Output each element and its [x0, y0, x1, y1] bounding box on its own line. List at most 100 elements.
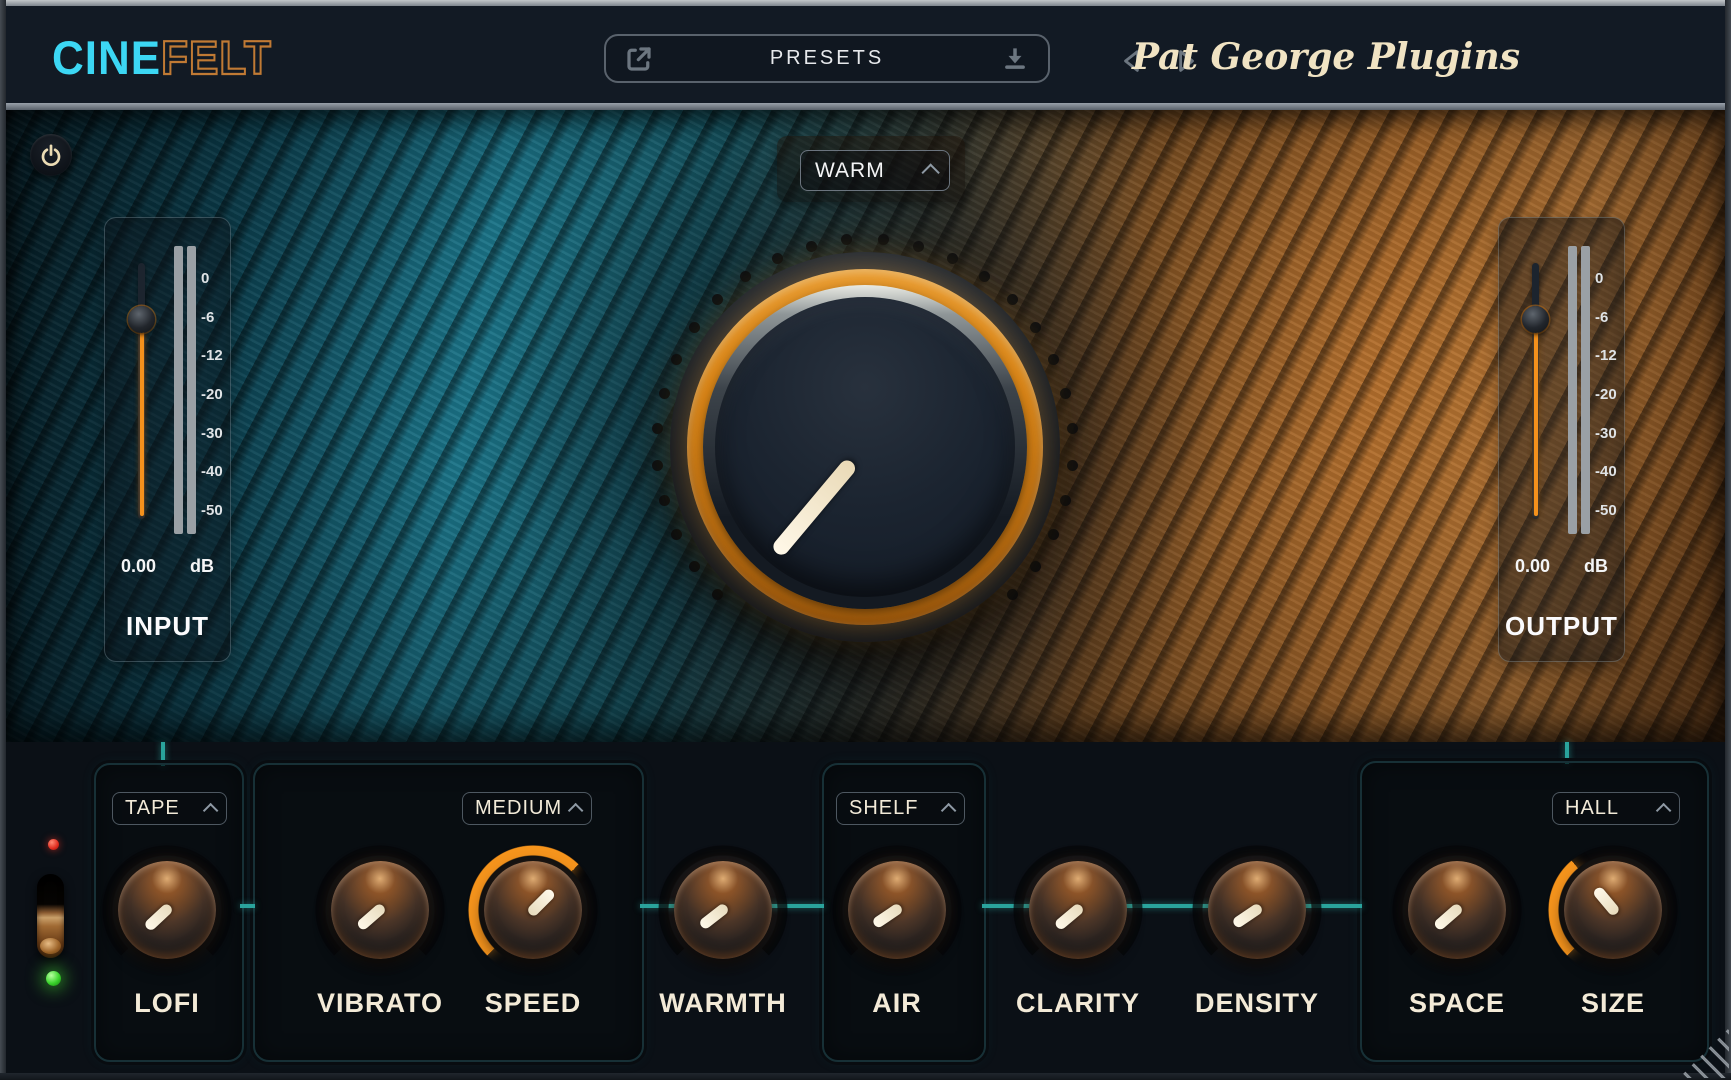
bypass-toggle-switch[interactable] — [37, 874, 64, 958]
knob-pointer — [871, 902, 905, 930]
save-preset-icon[interactable] — [1000, 44, 1030, 74]
power-button[interactable] — [30, 134, 72, 176]
input-label: INPUT — [126, 611, 209, 641]
red-led — [48, 839, 59, 850]
knob-scale-dot — [771, 252, 783, 264]
chevron-up-icon — [567, 802, 584, 819]
knob-pointer — [1231, 902, 1265, 930]
presets-label[interactable]: PRESETS — [770, 47, 884, 70]
speed-rate-value: MEDIUM — [475, 797, 563, 819]
input-gain-slider[interactable] — [128, 306, 155, 333]
input-meter-panel: 0 -6 -12 -20 -30 -40 -50 0.00 dB INPUT — [104, 217, 231, 662]
scale-tick: -40 — [1595, 463, 1617, 481]
mode-select-value: WARM — [815, 158, 885, 182]
clarity-knob[interactable] — [1013, 845, 1143, 975]
knob-bevel — [703, 285, 1027, 609]
mode-select[interactable]: WARM — [800, 150, 950, 191]
vibrato-knob[interactable] — [315, 845, 445, 975]
window-frame-left — [0, 0, 6, 1080]
input-db-scale: 0 -6 -12 -20 -30 -40 -50 — [201, 271, 227, 518]
scale-tick: 0 — [1595, 270, 1604, 287]
reverb-type-dropdown[interactable]: HALL — [1552, 792, 1680, 825]
knob-scale-dot — [689, 560, 701, 572]
knob-scale-dot — [913, 240, 925, 252]
knob-scale-dot — [1029, 560, 1041, 572]
warmth-knob[interactable] — [658, 845, 788, 975]
scale-tick: -50 — [201, 501, 223, 519]
size-label: SIZE — [1580, 988, 1645, 1018]
output-meter-panel: 0 -6 -12 -20 -30 -40 -50 0.00 dB OUTPUT — [1498, 217, 1625, 662]
knob-scale-dot — [1060, 387, 1072, 399]
controls-section: TAPE MEDIUM SHELF HALL LOFI VIBRATO SPEE… — [6, 742, 1725, 1074]
input-gain-unit: dB — [190, 556, 214, 576]
output-db-scale: 0 -6 -12 -20 -30 -40 -50 — [1595, 271, 1621, 518]
logo-cine: CINE — [52, 32, 162, 85]
knob-pointer — [770, 457, 859, 558]
knob-pointer — [1053, 902, 1086, 932]
scale-tick: -30 — [1595, 424, 1617, 442]
knob-scale-dot — [805, 240, 817, 252]
scale-tick: -20 — [201, 385, 223, 403]
knob-scale-dot — [658, 387, 670, 399]
knob-pointer — [143, 902, 175, 933]
knob-scale-dot — [658, 495, 670, 507]
connector-lofi-vibrato — [240, 904, 255, 908]
power-icon — [41, 144, 61, 167]
lofi-knob[interactable] — [102, 845, 232, 975]
knob-scale-dot — [947, 252, 959, 264]
scale-tick: -20 — [1595, 385, 1617, 403]
presets-menu[interactable]: PRESETS — [604, 34, 1050, 83]
air-knob[interactable] — [832, 845, 962, 975]
chevron-up-icon — [940, 802, 957, 819]
input-gain-fill — [139, 319, 144, 516]
knob-scale-dot — [877, 234, 889, 246]
chevron-up-icon — [921, 163, 940, 182]
knob-scale-dot — [1060, 495, 1072, 507]
knob-scale-dot — [712, 294, 724, 306]
knob-orange-ring — [687, 269, 1043, 625]
knob-scale-dot — [1029, 322, 1041, 334]
scale-tick: -30 — [201, 424, 223, 442]
input-level-bar-left — [174, 246, 183, 534]
input-gain-value: 0.00 — [121, 556, 157, 576]
green-led — [46, 971, 61, 986]
window-frame-top — [0, 0, 1731, 6]
knob-scale-dot — [652, 423, 664, 435]
size-knob[interactable] — [1548, 845, 1678, 975]
speed-knob[interactable] — [468, 845, 598, 975]
output-gain-unit: dB — [1584, 556, 1608, 576]
output-label: OUTPUT — [1505, 611, 1618, 641]
knob-pointer — [698, 902, 731, 931]
chevron-up-icon — [1655, 802, 1672, 819]
speed-label: SPEED — [484, 988, 582, 1018]
air-filter-dropdown[interactable]: SHELF — [836, 792, 965, 825]
density-label: DENSITY — [1194, 988, 1320, 1018]
knob-scale-dot — [1048, 529, 1059, 541]
main-display: WARM 0 -6 -12 -20 -30 -40 -50 0.00 dB INPUT 0 -… — [6, 110, 1725, 742]
air-filter-value: SHELF — [849, 797, 919, 819]
knob-scale-dot — [1048, 353, 1059, 365]
space-knob[interactable] — [1392, 845, 1522, 975]
knob-scale-dot — [740, 271, 752, 283]
app-logo: CINEFELT — [52, 31, 272, 86]
main-felt-knob[interactable] — [645, 227, 1085, 667]
speed-rate-dropdown[interactable]: MEDIUM — [462, 792, 592, 825]
density-knob[interactable] — [1192, 845, 1322, 975]
brand-signature: Pat George Plugins — [1131, 36, 1520, 78]
output-gain-slider[interactable] — [1522, 306, 1549, 333]
scale-tick: 0 — [201, 270, 210, 287]
knob-outer-ring — [670, 252, 1060, 642]
scale-tick: -50 — [1595, 501, 1617, 519]
knob-scale-dot — [1006, 294, 1018, 306]
knob-pointer — [525, 887, 556, 918]
scale-tick: -6 — [1595, 308, 1609, 326]
scale-tick: -12 — [201, 347, 223, 365]
knob-scale-dot — [978, 271, 990, 283]
lofi-type-dropdown[interactable]: TAPE — [112, 792, 227, 825]
header-separator — [6, 103, 1725, 110]
lofi-type-value: TAPE — [125, 797, 180, 819]
knob-face[interactable] — [715, 297, 1015, 597]
scale-tick: -6 — [201, 308, 215, 326]
window-frame-bottom — [0, 1073, 1731, 1080]
share-preset-icon[interactable] — [624, 44, 654, 74]
